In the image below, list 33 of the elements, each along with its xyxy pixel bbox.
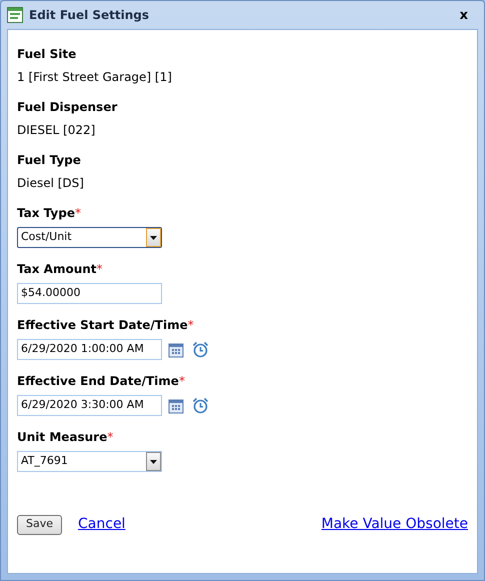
field-value: Diesel [DS]: [17, 175, 85, 192]
window-title: Edit Fuel Settings: [29, 7, 150, 24]
obsolete-link[interactable]: Make Value Obsolete: [321, 514, 468, 535]
input-field[interactable]: 6/29/2020 3:30:00 AM: [17, 395, 162, 416]
required-mark: *: [96, 261, 103, 278]
cancel-link[interactable]: Cancel: [78, 514, 126, 535]
field-label: Tax Type: [17, 205, 75, 222]
field-value: 1 [First Street Garage] [1]: [17, 69, 173, 86]
alarm-clock-icon[interactable]: [192, 397, 209, 414]
input-field[interactable]: $54.00000: [17, 283, 162, 304]
field-label: Fuel Type: [17, 152, 81, 169]
input-field[interactable]: 6/29/2020 1:00:00 AM: [17, 339, 162, 360]
field-value: DIESEL [022]: [17, 122, 96, 139]
close-button[interactable]: x: [460, 8, 468, 22]
required-mark: *: [74, 205, 81, 222]
dropdown-field[interactable]: AT_7691: [17, 451, 162, 472]
field-label: Fuel Site: [17, 46, 76, 63]
alarm-clock-icon[interactable]: [192, 341, 209, 358]
field-label: Fuel Dispenser: [17, 99, 118, 116]
save-button[interactable]: Save: [17, 514, 62, 534]
caret-icon: [150, 460, 157, 464]
required-mark: *: [188, 317, 194, 334]
required-mark: *: [178, 373, 185, 390]
caret-icon: [150, 236, 157, 240]
calendar-icon[interactable]: [168, 342, 184, 358]
field-label: Tax Amount: [17, 261, 97, 278]
required-mark: *: [107, 429, 114, 446]
field-label: Effective Start Date/Time: [17, 317, 188, 334]
calendar-icon[interactable]: [168, 398, 184, 414]
dropdown-field[interactable]: Cost/Unit: [17, 227, 162, 248]
form-icon: [7, 7, 23, 23]
field-label: Unit Measure: [17, 429, 108, 446]
field-label: Effective End Date/Time: [17, 373, 179, 390]
